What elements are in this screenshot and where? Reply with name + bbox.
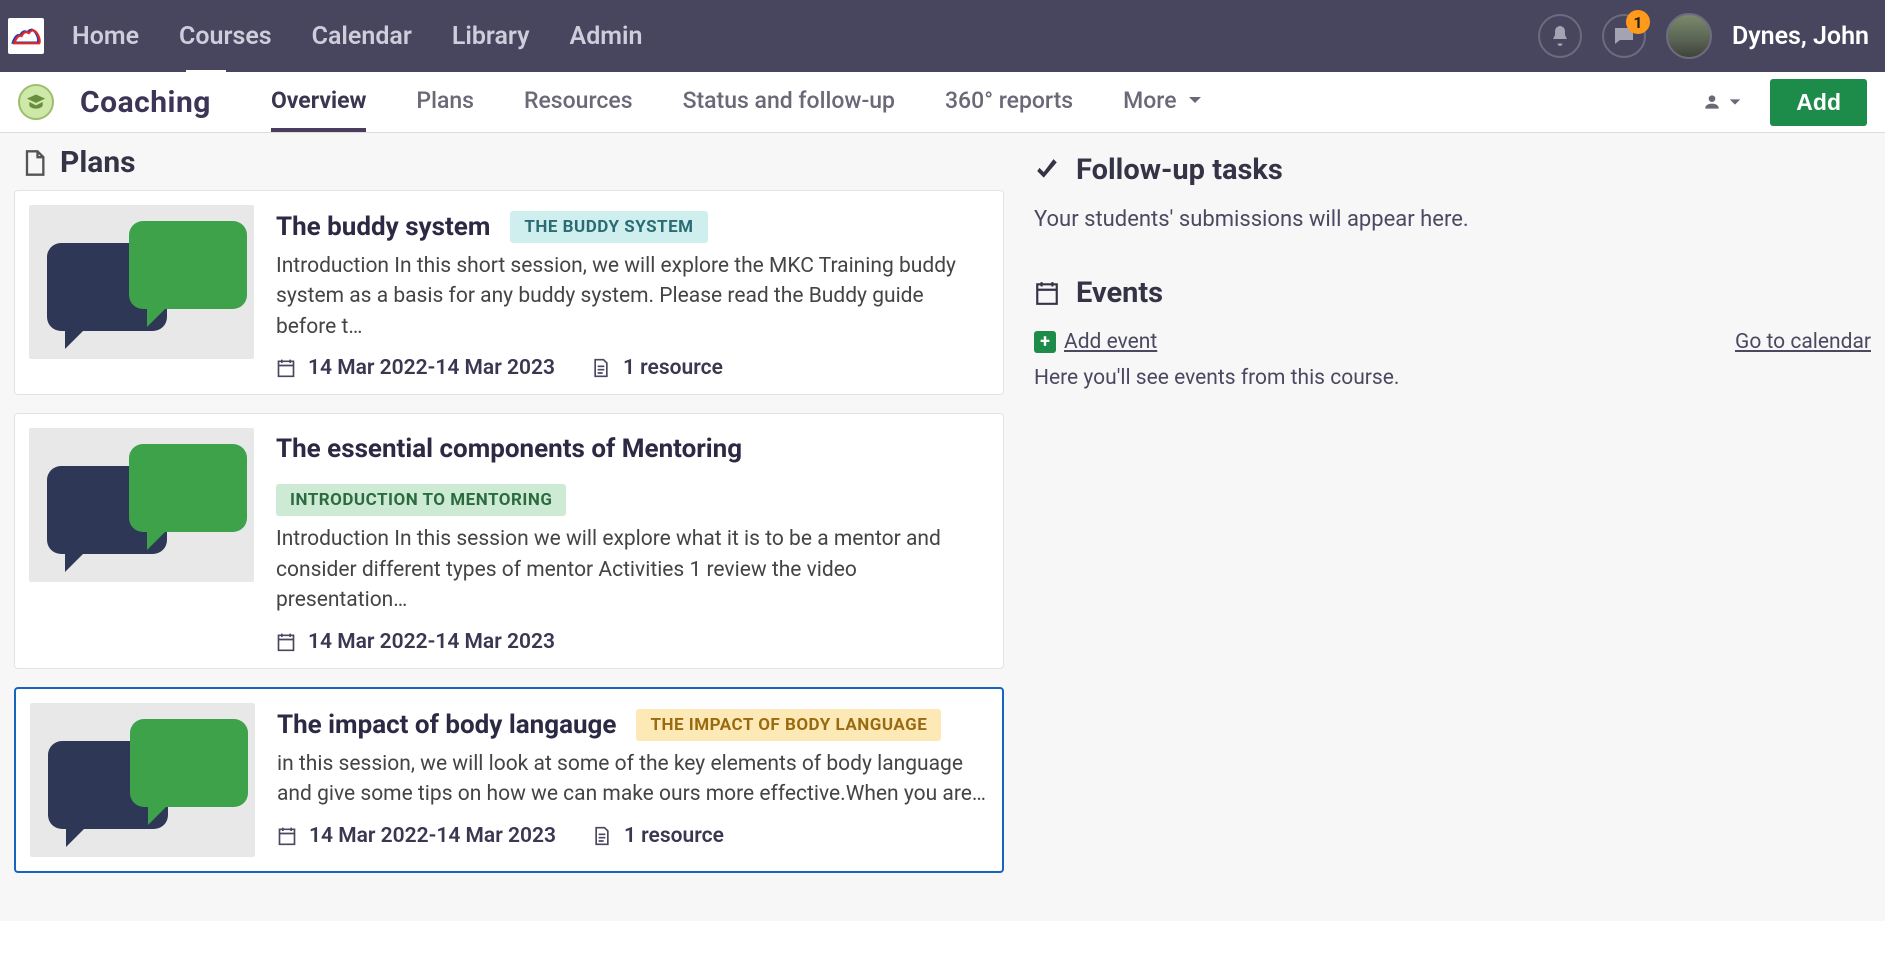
user-filter-dropdown[interactable] (1702, 92, 1742, 112)
plan-meta: 14 Mar 2022-14 Mar 2023 1 resource (276, 356, 989, 380)
plans-list: The buddy system THE BUDDY SYSTEM Introd… (14, 190, 1004, 873)
plan-date-text: 14 Mar 2022-14 Mar 2023 (309, 824, 556, 848)
plan-card[interactable]: The impact of body langauge THE IMPACT O… (14, 687, 1004, 873)
plus-icon: + (1034, 331, 1056, 353)
course-icon (18, 84, 54, 120)
document-icon (591, 358, 611, 378)
plan-card[interactable]: The buddy system THE BUDDY SYSTEM Introd… (14, 190, 1004, 395)
nav-admin[interactable]: Admin (570, 22, 643, 51)
calendar-icon (276, 632, 296, 652)
plan-body: The buddy system THE BUDDY SYSTEM Introd… (276, 205, 989, 380)
topbar-right: 1 Dynes, John (1538, 13, 1869, 59)
course-subnav: Coaching Overview Plans Resources Status… (0, 72, 1885, 133)
plan-tag: THE IMPACT OF BODY LANGUAGE (636, 709, 941, 741)
messages-badge: 1 (1626, 10, 1650, 34)
plan-thumbnail (30, 703, 255, 857)
messages-button[interactable]: 1 (1602, 14, 1646, 58)
plan-description: Introduction In this short session, we w… (276, 251, 989, 342)
events-heading-text: Events (1076, 276, 1163, 310)
plan-dates: 14 Mar 2022-14 Mar 2023 (277, 824, 556, 848)
tab-more[interactable]: More (1123, 72, 1202, 132)
calendar-icon (277, 826, 297, 846)
plan-dates: 14 Mar 2022-14 Mar 2023 (276, 356, 555, 380)
caret-down-icon (1728, 95, 1742, 109)
plan-dates: 14 Mar 2022-14 Mar 2023 (276, 630, 555, 654)
plan-resources: 1 resource (592, 824, 724, 848)
tab-more-label: More (1123, 87, 1176, 114)
user-avatar[interactable] (1666, 13, 1712, 59)
plan-tag: THE BUDDY SYSTEM (510, 211, 707, 243)
nav-courses[interactable]: Courses (179, 22, 272, 51)
followup-heading: Follow-up tasks (1034, 153, 1871, 187)
plan-body: The essential components of Mentoring IN… (276, 428, 989, 653)
active-nav-indicator (186, 70, 226, 74)
main-content: Plans The buddy system THE BUDDY SYSTEM … (0, 133, 1885, 921)
person-icon (1702, 92, 1722, 112)
plans-column: Plans The buddy system THE BUDDY SYSTEM … (14, 141, 1004, 891)
course-tabs: Overview Plans Resources Status and foll… (271, 72, 1203, 132)
tab-360[interactable]: 360° reports (945, 72, 1073, 132)
bell-icon (1548, 24, 1572, 48)
add-event-button[interactable]: + Add event (1034, 330, 1157, 354)
tab-overview[interactable]: Overview (271, 72, 366, 132)
calendar-icon (276, 358, 296, 378)
followup-heading-text: Follow-up tasks (1076, 153, 1283, 187)
check-icon (1034, 157, 1060, 183)
plan-description: in this session, we will look at some of… (277, 749, 988, 810)
events-heading: Events (1034, 276, 1871, 310)
plan-title: The essential components of Mentoring (276, 434, 742, 464)
go-to-calendar-link[interactable]: Go to calendar (1735, 330, 1871, 354)
plan-card[interactable]: The essential components of Mentoring IN… (14, 413, 1004, 668)
nav-library[interactable]: Library (452, 22, 530, 51)
calendar-icon (1034, 280, 1060, 306)
nav-home[interactable]: Home (72, 22, 139, 51)
course-title: Coaching (80, 85, 211, 120)
followup-empty-text: Your students' submissions will appear h… (1034, 207, 1871, 232)
plan-tag: INTRODUCTION TO MENTORING (276, 484, 566, 516)
plan-thumbnail (29, 428, 254, 582)
tab-plans[interactable]: Plans (416, 72, 474, 132)
plan-thumbnail (29, 205, 254, 359)
user-name-label[interactable]: Dynes, John (1732, 22, 1869, 51)
plan-resources-text: 1 resource (623, 356, 723, 380)
plan-description: Introduction In this session we will exp… (276, 524, 989, 615)
document-icon (592, 826, 612, 846)
subnav-right: Add (1702, 79, 1867, 126)
plans-heading-text: Plans (60, 145, 136, 180)
plan-resources: 1 resource (591, 356, 723, 380)
graduation-cap-icon (26, 93, 46, 111)
plans-icon (20, 149, 48, 177)
tab-resources[interactable]: Resources (524, 72, 633, 132)
plan-date-text: 14 Mar 2022-14 Mar 2023 (308, 630, 555, 654)
nav-calendar[interactable]: Calendar (312, 22, 412, 51)
app-logo[interactable] (8, 18, 44, 54)
top-navigation: Home Courses Calendar Library Admin 1 Dy… (0, 0, 1885, 72)
plan-title: The buddy system (276, 212, 490, 242)
primary-nav: Home Courses Calendar Library Admin (72, 22, 642, 51)
add-button[interactable]: Add (1770, 79, 1867, 126)
plans-heading: Plans (20, 145, 1004, 180)
plan-meta: 14 Mar 2022-14 Mar 2023 1 resource (277, 824, 988, 848)
add-event-label: Add event (1064, 330, 1157, 354)
events-empty-text: Here you'll see events from this course. (1034, 366, 1871, 390)
notifications-bell-button[interactable] (1538, 14, 1582, 58)
plan-body: The impact of body langauge THE IMPACT O… (277, 703, 988, 857)
plan-title: The impact of body langauge (277, 710, 616, 740)
events-actions-row: + Add event Go to calendar (1034, 330, 1871, 354)
chevron-down-icon (1187, 92, 1203, 108)
sidebar-column: Follow-up tasks Your students' submissio… (1034, 141, 1871, 390)
plan-resources-text: 1 resource (624, 824, 724, 848)
tab-status[interactable]: Status and follow-up (683, 72, 895, 132)
plan-meta: 14 Mar 2022-14 Mar 2023 (276, 630, 989, 654)
plan-date-text: 14 Mar 2022-14 Mar 2023 (308, 356, 555, 380)
